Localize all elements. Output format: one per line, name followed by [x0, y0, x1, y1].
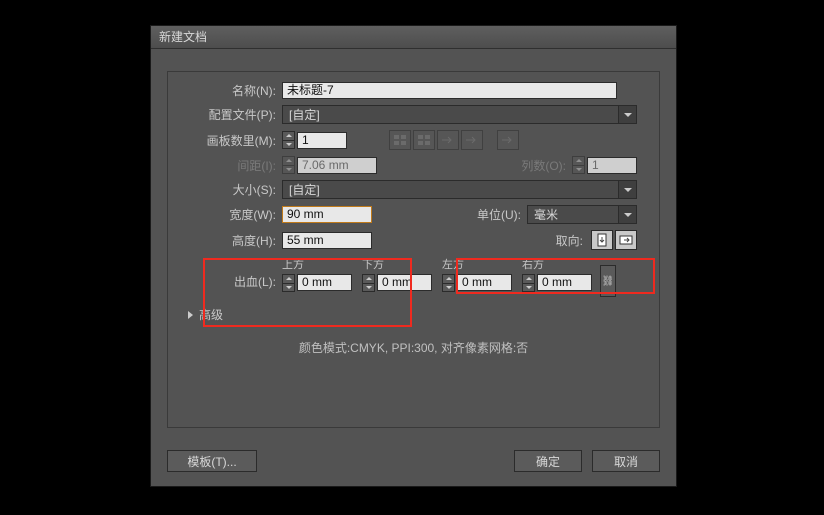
unit-label: 单位(U): — [451, 206, 527, 223]
bleed-label: 出血(L): — [176, 273, 282, 292]
cols-input — [587, 157, 637, 174]
cols-label: 列数(O): — [496, 157, 572, 174]
bleed-left-input[interactable] — [457, 274, 512, 291]
bleed-top-stepper[interactable] — [282, 274, 295, 292]
mode-summary: 颜色模式:CMYK, PPI:300, 对齐像素网格:否 — [168, 339, 659, 356]
bleed-bottom-input[interactable] — [377, 274, 432, 291]
bleed-top-input[interactable] — [297, 274, 352, 291]
artboards-input[interactable] — [297, 132, 347, 149]
cancel-button[interactable]: 取消 — [592, 450, 660, 472]
spacing-label: 间距(I): — [176, 157, 282, 174]
name-input[interactable] — [282, 82, 617, 99]
width-input[interactable] — [282, 206, 372, 223]
chevron-down-icon — [618, 181, 636, 198]
name-label: 名称(N): — [176, 82, 282, 99]
unit-select[interactable]: 毫米 — [527, 205, 637, 224]
row-ltr-icon — [437, 130, 459, 150]
row-rtl-icon — [461, 130, 483, 150]
panel: 名称(N): 配置文件(P): [自定] 画板数里(M): — [167, 71, 660, 428]
height-label: 高度(H): — [176, 232, 282, 249]
bleed-top-label: 上方 — [282, 256, 352, 272]
grid-by-col-icon — [413, 130, 435, 150]
template-button[interactable]: 模板(T)... — [167, 450, 257, 472]
artboards-label: 画板数里(M): — [176, 132, 282, 149]
new-document-dialog: 新建文档 名称(N): 配置文件(P): [自定] 画板数里(M): — [150, 25, 677, 487]
grid-by-row-icon — [389, 130, 411, 150]
orient-label: 取向: — [513, 232, 589, 249]
artboards-stepper[interactable] — [282, 131, 295, 149]
advanced-toggle[interactable]: 高级 — [188, 306, 659, 323]
bleed-left-label: 左方 — [442, 256, 512, 272]
size-select[interactable]: [自定] — [282, 180, 637, 199]
bleed-bottom-label: 下方 — [362, 256, 432, 272]
spacing-stepper — [282, 156, 295, 174]
bleed-right-input[interactable] — [537, 274, 592, 291]
profile-select[interactable]: [自定] — [282, 105, 637, 124]
dialog-footer: 模板(T)... 确定 取消 — [167, 450, 660, 472]
bleed-left-stepper[interactable] — [442, 274, 455, 292]
orientation-portrait[interactable] — [591, 230, 613, 250]
single-row-icon — [497, 130, 519, 150]
chevron-down-icon — [618, 206, 636, 223]
cols-stepper — [572, 156, 585, 174]
dialog-title: 新建文档 — [151, 26, 676, 49]
orientation-landscape[interactable] — [615, 230, 637, 250]
chevron-down-icon — [618, 106, 636, 123]
height-input[interactable] — [282, 232, 372, 249]
ok-button[interactable]: 确定 — [514, 450, 582, 472]
spacing-input — [297, 157, 377, 174]
link-icon[interactable]: ⛓ — [600, 265, 616, 297]
width-label: 宽度(W): — [176, 206, 282, 223]
bleed-right-label: 右方 — [522, 256, 592, 272]
bleed-right-stepper[interactable] — [522, 274, 535, 292]
size-label: 大小(S): — [176, 181, 282, 198]
bleed-bottom-stepper[interactable] — [362, 274, 375, 292]
profile-label: 配置文件(P): — [176, 106, 282, 123]
